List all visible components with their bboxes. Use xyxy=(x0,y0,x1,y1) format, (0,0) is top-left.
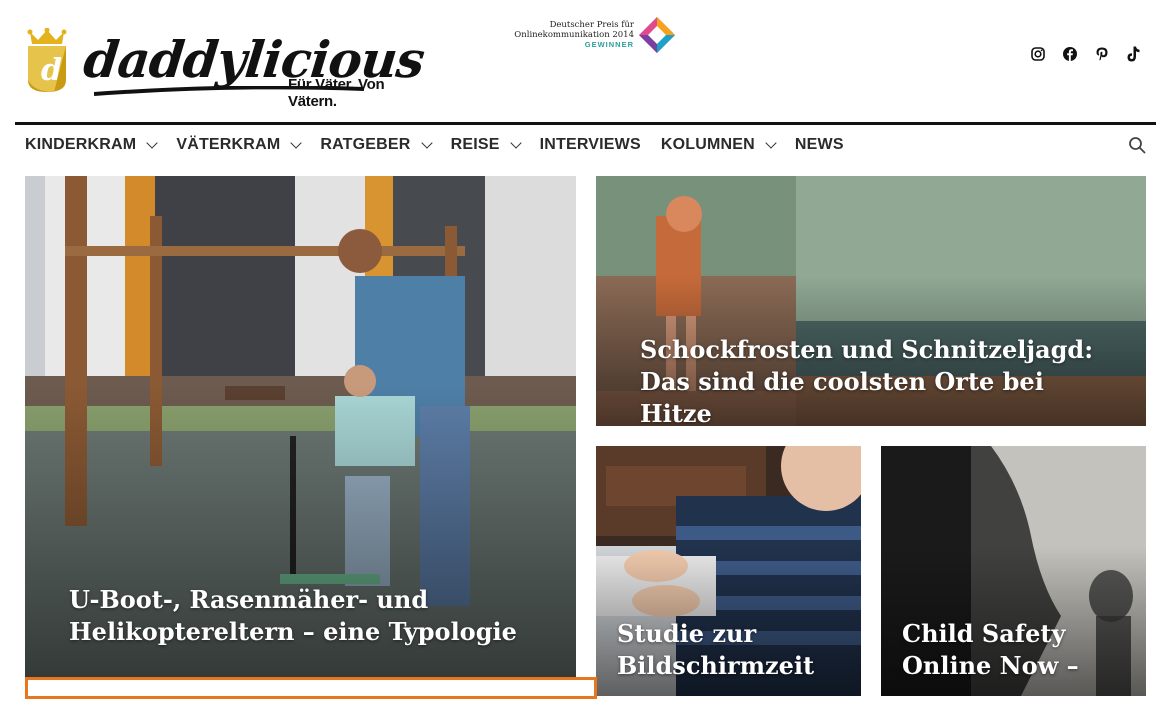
award-line-2: Onlinekommunikation 2014 xyxy=(514,30,634,40)
nav-item-interviews[interactable]: INTERVIEWS xyxy=(540,136,641,154)
featured-article-bottom-right[interactable]: Child Safety Online Now – xyxy=(881,446,1146,696)
instagram-icon[interactable] xyxy=(1031,47,1045,61)
nav-item-vaeterkram[interactable]: VÄTERKRAM xyxy=(176,136,303,154)
logo-tagline: Für Väter. Von Vätern. xyxy=(288,76,385,110)
nav-label: KOLUMNEN xyxy=(660,136,755,153)
focus-outline-box[interactable] xyxy=(25,677,597,699)
nav-label: RATGEBER xyxy=(320,136,411,153)
facebook-icon[interactable] xyxy=(1063,47,1077,61)
nav-item-reise[interactable]: REISE xyxy=(450,136,522,154)
image-overlay xyxy=(25,384,576,696)
nav-label: INTERVIEWS xyxy=(539,136,641,153)
pinterest-icon[interactable] xyxy=(1095,47,1109,61)
award-line-3: GEWINNER xyxy=(584,40,634,49)
award-line-1: Deutscher Preis für xyxy=(549,20,634,30)
tiktok-icon[interactable] xyxy=(1126,46,1141,62)
svg-text:d: d xyxy=(41,53,62,88)
award-text: Deutscher Preis für Onlinekommunikation … xyxy=(512,20,634,50)
nav-label: NEWS xyxy=(794,136,844,153)
nav-item-news[interactable]: NEWS xyxy=(795,136,844,154)
main-nav: KINDERKRAM VÄTERKRAM RATGEBER REISE INTE… xyxy=(25,126,864,164)
featured-article-bottom-left[interactable]: Studie zur Bildschirmzeit xyxy=(596,446,861,696)
search-icon[interactable] xyxy=(1128,136,1146,154)
award-logo-icon xyxy=(639,17,675,53)
featured-article-top-right[interactable]: Schockfrosten und Schnitzeljagd: Das sin… xyxy=(596,176,1146,426)
nav-label: KINDERKRAM xyxy=(25,136,137,153)
chevron-down-icon[interactable] xyxy=(420,136,433,149)
chevron-down-icon[interactable] xyxy=(765,136,777,149)
award-badge: Deutscher Preis für Onlinekommunikation … xyxy=(512,17,682,57)
article-title[interactable]: Child Safety Online Now – xyxy=(902,618,1132,682)
nav-item-kinderkram[interactable]: KINDERKRAM xyxy=(25,136,158,154)
crown-logo-icon: d xyxy=(27,28,67,92)
chevron-down-icon[interactable] xyxy=(509,136,522,149)
article-title[interactable]: Schockfrosten und Schnitzeljagd: Das sin… xyxy=(640,334,1110,426)
nav-item-ratgeber[interactable]: RATGEBER xyxy=(320,136,433,154)
nav-label: VÄTERKRAM xyxy=(176,136,281,153)
nav-top-border xyxy=(15,122,1156,125)
nav-label: REISE xyxy=(450,136,500,153)
article-title[interactable]: Studie zur Bildschirmzeit xyxy=(617,618,847,682)
chevron-down-icon[interactable] xyxy=(146,136,158,149)
chevron-down-icon[interactable] xyxy=(290,136,303,149)
site-logo[interactable]: d daddylicious Für Väter. Von Vätern. xyxy=(24,28,434,110)
nav-item-kolumnen[interactable]: KOLUMNEN xyxy=(660,136,777,154)
featured-article-main[interactable]: U-Boot-, Rasenmäher- und Helikopterelter… xyxy=(25,176,576,696)
article-title[interactable]: U-Boot-, Rasenmäher- und Helikopterelter… xyxy=(69,584,519,648)
